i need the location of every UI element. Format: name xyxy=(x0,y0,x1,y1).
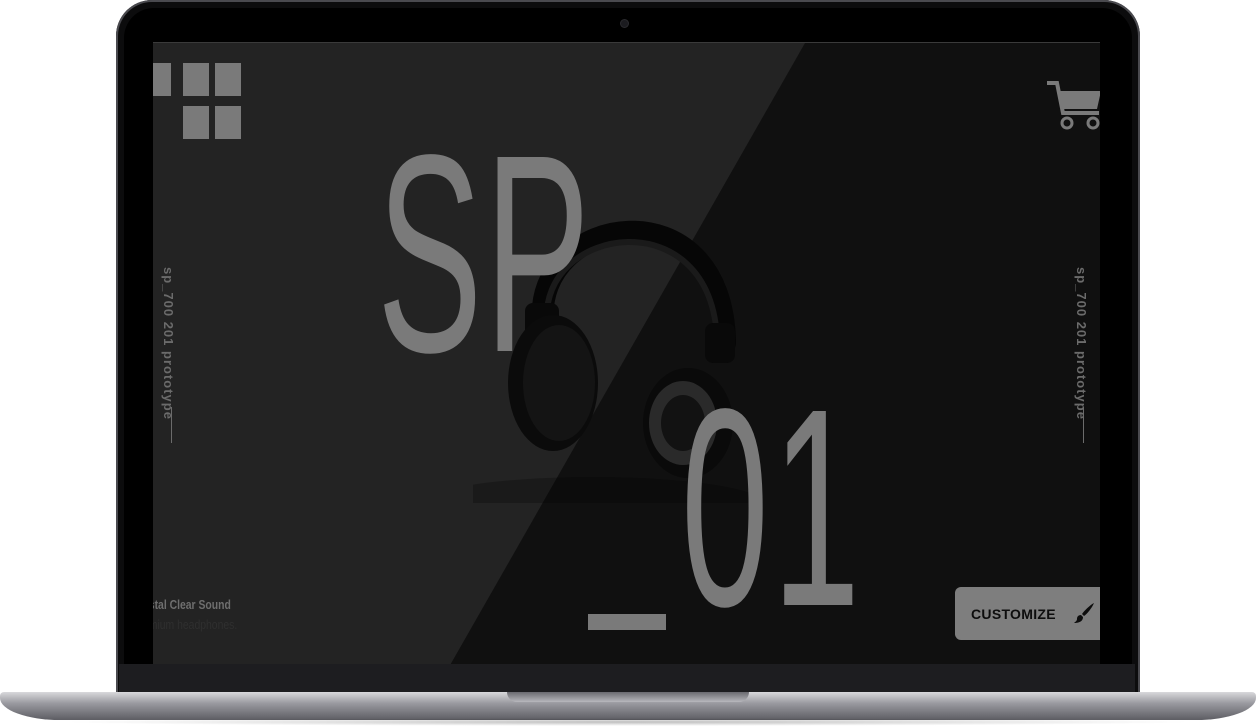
customize-button[interactable]: CUSTOMIZE xyxy=(955,587,1100,640)
hero-title-bottom: 01 xyxy=(681,350,864,665)
side-divider-left xyxy=(171,407,172,443)
laptop-shadow xyxy=(60,718,1196,726)
paint-brush-icon xyxy=(1074,603,1094,623)
webcam-icon xyxy=(621,20,628,27)
hero-underscore xyxy=(588,614,666,630)
tagline-subheading: emium headphones. xyxy=(153,617,238,632)
laptop-screen: SP 01 sp_700 201 prototype sp_700 201 pr… xyxy=(153,42,1100,667)
shopping-cart-icon[interactable] xyxy=(1045,79,1100,131)
hero-title-top: SP xyxy=(377,96,593,411)
tagline-heading: ystal Clear Sound xyxy=(153,597,231,612)
customize-button-label: CUSTOMIZE xyxy=(971,605,1056,622)
grid-menu-icon[interactable] xyxy=(153,63,243,139)
laptop-chin xyxy=(119,664,1135,694)
side-divider-right xyxy=(1083,407,1084,443)
side-label-right: sp_700 201 prototype xyxy=(1074,267,1089,420)
side-label-left: sp_700 201 prototype xyxy=(161,267,176,420)
laptop-hinge-notch xyxy=(507,692,749,702)
